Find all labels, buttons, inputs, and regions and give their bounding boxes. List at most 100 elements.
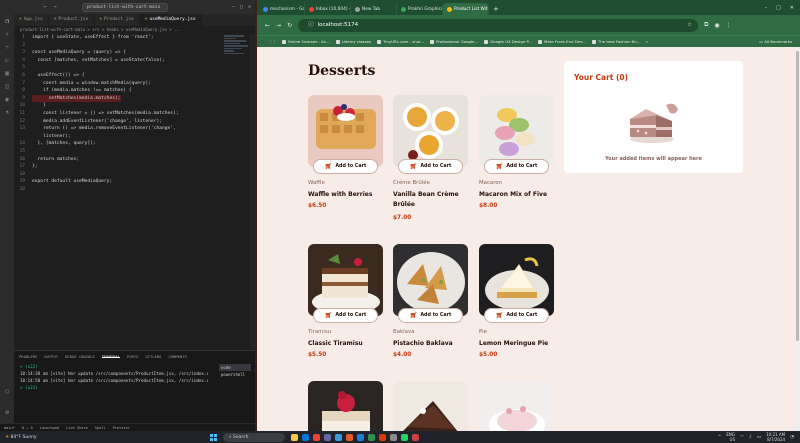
gitlens-icon[interactable]: ◉ [3, 96, 11, 104]
code-line[interactable]: 8 if (media.matches !== matches) { [14, 87, 222, 95]
maximize-icon[interactable]: □ [240, 4, 243, 10]
windows-start-icon[interactable] [210, 433, 217, 441]
status-item[interactable]: Spell [95, 426, 106, 430]
testing-icon[interactable]: ⚗ [3, 109, 11, 117]
site-info-icon[interactable]: ⓘ [308, 19, 314, 32]
remote-icon[interactable]: ◫ [3, 83, 11, 91]
code-line[interactable]: 12 media.addEventListener('change', list… [14, 118, 222, 126]
minimize-icon[interactable]: – [232, 4, 235, 10]
media-icon[interactable] [412, 433, 419, 441]
status-item[interactable]: 0 ⚠ 0 [22, 426, 33, 430]
bookmark-star-icon[interactable]: ☆ [687, 19, 698, 32]
whatsapp-icon[interactable] [401, 433, 408, 441]
taskbar-search[interactable]: ⌕ Search [223, 432, 285, 442]
run-debug-icon[interactable]: ▷ [3, 57, 11, 65]
browser-tab[interactable]: New Tab [351, 3, 397, 15]
code-line[interactable]: 10 } [14, 102, 222, 110]
bookmark-item[interactable]: The best Fashion fin... [591, 39, 641, 44]
status-item[interactable]: Prettier [113, 426, 130, 430]
vscode-icon[interactable] [357, 433, 364, 441]
code-line[interactable]: 9 setMatches(media.matches); [14, 94, 222, 103]
store-icon[interactable] [335, 433, 342, 441]
browser-tab[interactable]: mechanism - Google Sea [259, 3, 305, 15]
bookmark-item[interactable]: Professional Google... [430, 39, 478, 44]
command-center[interactable]: product-list-with-cart-main [82, 2, 168, 12]
powerpoint-icon[interactable] [379, 433, 386, 441]
excel-icon[interactable] [368, 433, 375, 441]
code-line[interactable]: 14 }, [matches, query]); [14, 140, 222, 148]
close-icon[interactable]: ✕ [790, 2, 794, 15]
minimap[interactable] [222, 34, 250, 84]
panel-tab[interactable]: TERMINAL [101, 354, 121, 359]
add-to-cart-button[interactable]: 🛒︎ Add to Cart [398, 159, 463, 174]
panel-tab[interactable]: OUTPUT [44, 354, 58, 359]
status-item[interactable]: main* [4, 426, 15, 430]
bookmark-item[interactable]: Online Courses - An... [281, 39, 330, 44]
terminal-output[interactable]: > (x22) 10:14:38 am [vite] hmr update /sr… [14, 361, 214, 393]
back-arrow-icon[interactable]: ← [40, 4, 50, 10]
breadcrumb[interactable]: product-list-with-cart-main > src > hook… [14, 26, 255, 34]
forward-arrow-icon[interactable]: → [276, 22, 281, 29]
code-line[interactable]: 15 [14, 148, 222, 156]
source-control-icon[interactable]: ⑂ [3, 44, 11, 52]
add-to-cart-button[interactable]: 🛒︎ Add to Cart [484, 159, 549, 174]
editor-tab[interactable]: ⚛ App.jsx [14, 14, 49, 26]
language-indicator[interactable]: ENG US [726, 432, 735, 442]
panel-tab[interactable]: DEBUG CONSOLE [65, 354, 95, 359]
all-bookmarks[interactable]: ▭ All Bookmarks [759, 39, 800, 44]
add-to-cart-button[interactable]: 🛒︎ Add to Cart [313, 308, 378, 323]
bookmarks-overflow-icon[interactable]: » [646, 39, 648, 44]
forward-arrow-icon[interactable]: → [50, 4, 60, 10]
chevron-up-icon[interactable]: ^ [718, 435, 722, 440]
panel-tab[interactable]: COMMENTS [168, 354, 186, 359]
file-explorer-icon[interactable] [291, 433, 298, 441]
editor-tab[interactable]: ⚛ useMediaQuery.jsx [139, 14, 202, 26]
scroll-thumb[interactable] [796, 51, 799, 341]
code-line[interactable]: 3 const useMediaQuery = (query) => { [14, 49, 222, 57]
browser-tab[interactable]: Product List With Cart [443, 3, 489, 15]
code-line[interactable]: 19 export default useMediaQuery; [14, 178, 222, 186]
code-line[interactable]: 18 [14, 171, 222, 179]
files-icon[interactable]: ❐ [3, 18, 11, 26]
office-icon[interactable] [346, 433, 353, 441]
maximize-icon[interactable]: □ [776, 2, 781, 15]
extensions-icon[interactable]: ▦ [3, 70, 11, 78]
clock[interactable]: 10:21 AM 8/7/2024 [766, 432, 785, 442]
terminal-instance[interactable]: node [219, 364, 251, 371]
minimize-icon[interactable]: – [765, 2, 768, 15]
add-to-cart-button[interactable]: 🛒︎ Add to Cart [398, 308, 463, 323]
wifi-icon[interactable]: ◠ [740, 435, 744, 440]
notifications-icon[interactable]: ◔ [790, 435, 794, 440]
status-item[interactable]: Launchpad [40, 426, 59, 430]
code-line[interactable]: 17}; [14, 163, 222, 171]
close-icon[interactable]: ✕ [248, 4, 251, 10]
new-tab-button[interactable]: + [489, 3, 503, 15]
chrome-icon[interactable] [313, 433, 320, 441]
code-line[interactable]: 11 const listener = () => setMatches(med… [14, 110, 222, 118]
extensions-icon[interactable]: ⧉ [704, 21, 708, 29]
panel-tab[interactable]: PROBLEMS [19, 354, 37, 359]
account-icon[interactable]: ◯ [3, 388, 11, 396]
panel-tab[interactable]: PORTS [127, 354, 138, 359]
code-line[interactable]: 20 [14, 186, 222, 194]
code-line[interactable]: 1 import { useState, useEffect } from 're… [14, 34, 222, 42]
gear-icon[interactable]: ⚙ [3, 409, 11, 417]
back-arrow-icon[interactable]: ← [265, 22, 270, 29]
code-line[interactable]: 4 const [matches, setMatches] = useState… [14, 57, 222, 65]
menu-icon[interactable]: ⋮ [726, 22, 732, 29]
bookmark-item[interactable]: Udemy classes [335, 39, 371, 44]
edge-icon[interactable] [302, 433, 309, 441]
code-line[interactable]: 5 [14, 64, 222, 72]
page-scrollbar[interactable] [795, 47, 800, 431]
search-icon[interactable]: ⌕ [3, 31, 11, 39]
code-line[interactable]: 13 return () => media.removeEventListene… [14, 125, 222, 133]
code-line[interactable]: 2 [14, 42, 222, 50]
terminal-instance[interactable]: powershell [219, 371, 251, 378]
bookmark-item[interactable]: Google UX Design P... [484, 39, 532, 44]
editor-tab[interactable]: ⚛ Product.jsx [49, 14, 95, 26]
teams-icon[interactable] [324, 433, 331, 441]
weather-widget[interactable]: ☀ 84°F Sunny [0, 435, 60, 440]
code-line[interactable]: 6 useEffect(() => { [14, 72, 222, 80]
code-line[interactable]: listener); [14, 133, 222, 141]
code-line[interactable]: 16 return matches; [14, 156, 222, 164]
